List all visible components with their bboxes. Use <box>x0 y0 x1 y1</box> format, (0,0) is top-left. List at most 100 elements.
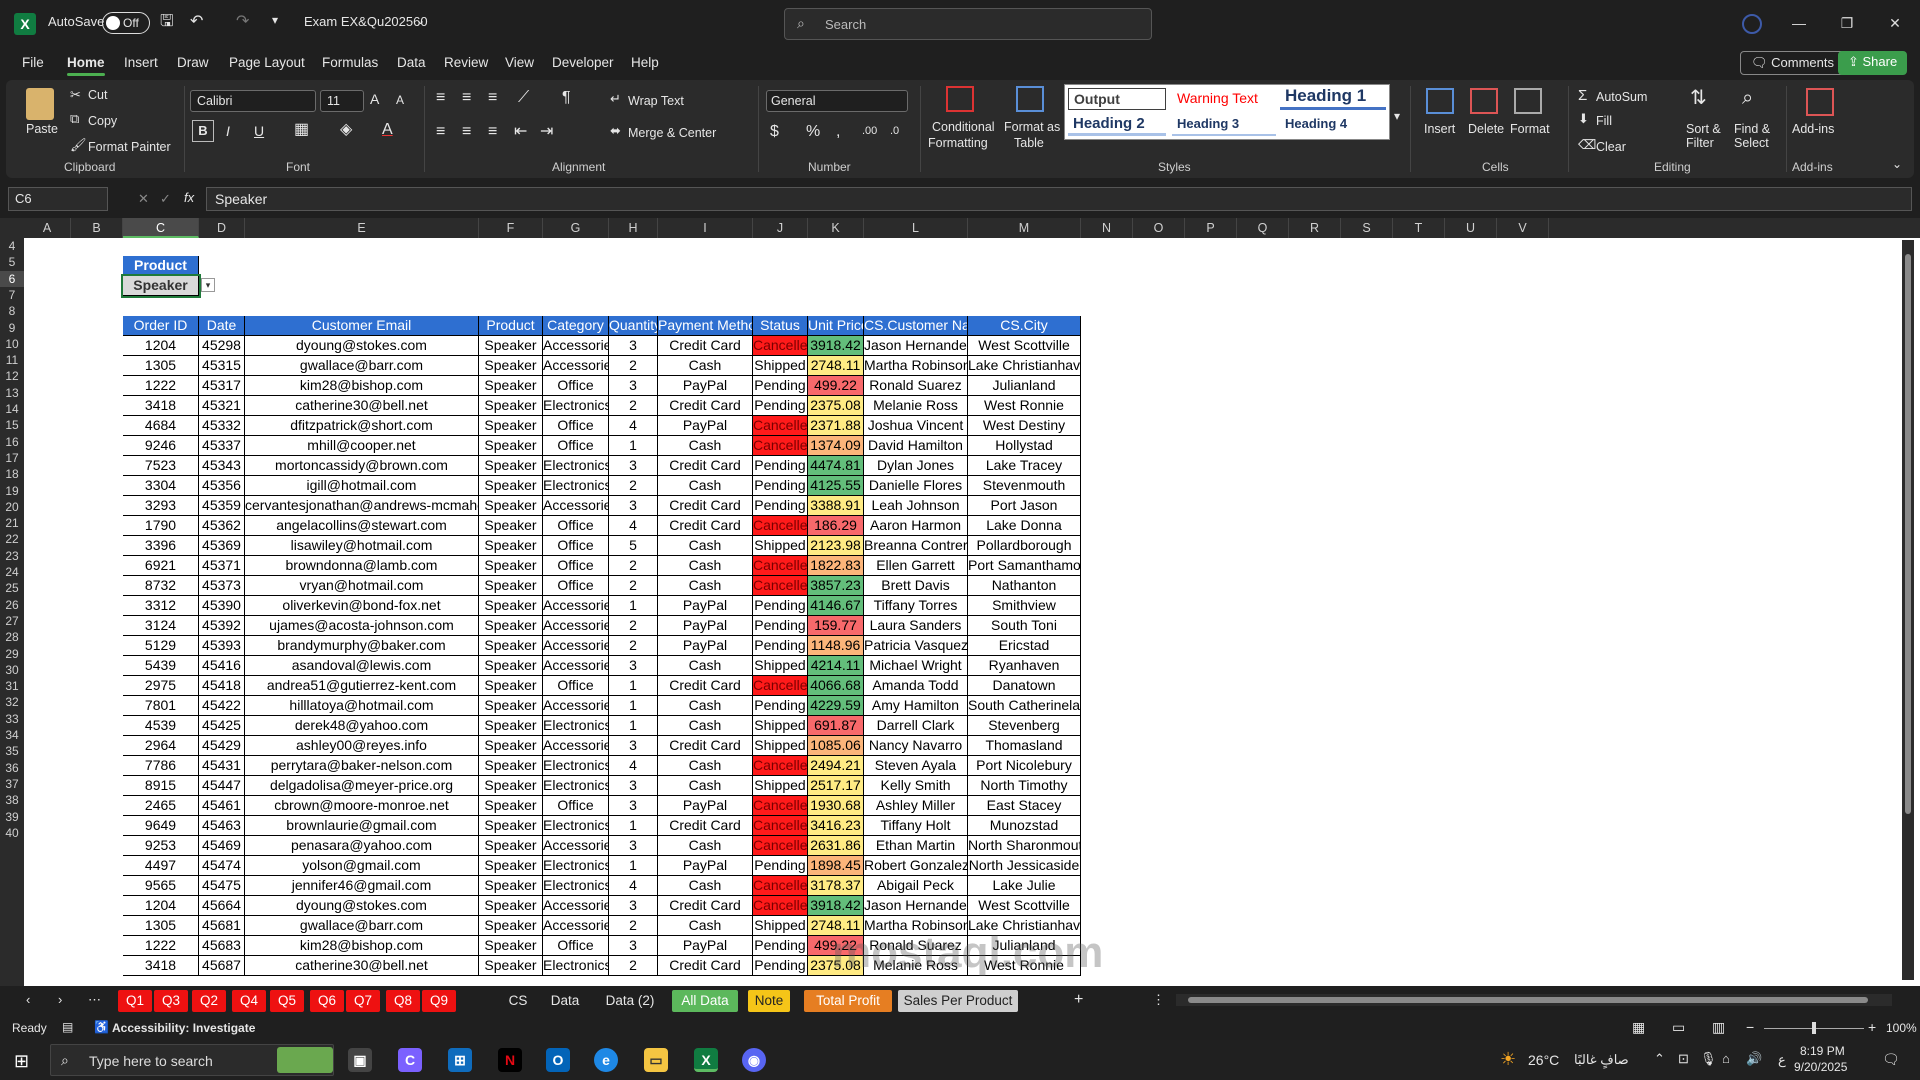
table-cell[interactable]: ashley00@reyes.info <box>245 736 479 756</box>
percent-icon[interactable]: % <box>806 124 820 140</box>
table-cell[interactable]: Speaker <box>479 536 543 556</box>
table-cell[interactable]: Speaker <box>479 936 543 956</box>
table-cell[interactable]: 4497 <box>123 856 199 876</box>
table-cell[interactable]: 1 <box>609 856 658 876</box>
table-cell[interactable]: Robert Gonzalez <box>864 856 968 876</box>
table-cell[interactable]: Tiffany Torres <box>864 596 968 616</box>
table-cell[interactable]: Thomasland <box>968 736 1081 756</box>
microphone-icon[interactable]: 🎙 <box>1700 1052 1717 1065</box>
table-cell[interactable]: Electronics <box>543 856 609 876</box>
align-bottom-icon[interactable]: ≡ <box>488 90 497 106</box>
table-cell[interactable]: 4066.68 <box>808 676 864 696</box>
column-header-n[interactable]: N <box>1081 218 1133 238</box>
paragraph-icon[interactable]: ¶ <box>562 90 571 106</box>
align-center-icon[interactable]: ≡ <box>462 124 471 140</box>
table-cell[interactable]: Electronics <box>543 776 609 796</box>
row-header-30[interactable]: 30 <box>0 662 24 678</box>
zoom-level[interactable]: 100% <box>1886 1021 1917 1035</box>
table-cell[interactable]: andrea51@gutierrez-kent.com <box>245 676 479 696</box>
align-top-icon[interactable]: ≡ <box>436 90 445 106</box>
table-cell[interactable]: 3 <box>609 776 658 796</box>
format-as-table-label-1[interactable]: Format as <box>1004 120 1060 134</box>
excel-taskbar-icon[interactable]: X <box>694 1048 718 1072</box>
table-cell[interactable]: 3918.42 <box>808 896 864 916</box>
language-indicator[interactable]: ع <box>1778 1052 1786 1068</box>
tab-home[interactable]: Home <box>67 55 105 76</box>
sheet-tab[interactable]: Q1 <box>118 990 152 1012</box>
table-cell[interactable]: igill@hotmail.com <box>245 476 479 496</box>
table-cell[interactable]: cbrown@moore-monroe.net <box>245 796 479 816</box>
row-header-22[interactable]: 22 <box>0 531 24 547</box>
table-cell[interactable]: Cancelled <box>753 516 808 536</box>
table-cell[interactable]: Cash <box>658 476 753 496</box>
table-cell[interactable]: 45337 <box>199 436 245 456</box>
table-cell[interactable]: brandymurphy@baker.com <box>245 636 479 656</box>
vertical-scroll-thumb[interactable] <box>1905 254 1911 814</box>
table-cell[interactable]: mortoncassidy@brown.com <box>245 456 479 476</box>
table-cell[interactable]: Steven Ayala <box>864 756 968 776</box>
column-header-d[interactable]: D <box>199 218 245 238</box>
table-cell[interactable]: Speaker <box>479 776 543 796</box>
table-cell[interactable]: PayPal <box>658 796 753 816</box>
table-cell[interactable]: 4 <box>609 516 658 536</box>
table-cell[interactable]: 2375.08 <box>808 396 864 416</box>
table-header-cell[interactable]: Status <box>753 316 808 336</box>
style-heading-3[interactable]: Heading 3 <box>1172 114 1276 136</box>
tab-developer[interactable]: Developer <box>552 55 614 70</box>
table-cell[interactable]: Jason Hernandez <box>864 336 968 356</box>
tab-formulas[interactable]: Formulas <box>322 55 378 70</box>
table-cell[interactable]: Speaker <box>479 496 543 516</box>
taskbar-search[interactable]: ⌕ Type here to search <box>50 1044 334 1076</box>
table-cell[interactable]: 1222 <box>123 936 199 956</box>
table-cell[interactable]: Accessories <box>543 836 609 856</box>
table-cell[interactable]: South Toni <box>968 616 1081 636</box>
table-cell[interactable]: 4474.81 <box>808 456 864 476</box>
table-cell[interactable]: West Destiny <box>968 416 1081 436</box>
table-cell[interactable]: 4 <box>609 876 658 896</box>
column-header-h[interactable]: H <box>609 218 658 238</box>
table-cell[interactable]: 9565 <box>123 876 199 896</box>
row-header-16[interactable]: 16 <box>0 434 24 450</box>
discord-icon[interactable]: ◉ <box>742 1048 766 1072</box>
row-header-32[interactable]: 32 <box>0 694 24 710</box>
table-cell[interactable]: Cash <box>658 876 753 896</box>
table-cell[interactable]: 3857.23 <box>808 576 864 596</box>
weather-temp[interactable]: 26°C <box>1528 1052 1559 1068</box>
table-cell[interactable]: Julianland <box>968 376 1081 396</box>
table-cell[interactable]: Speaker <box>479 696 543 716</box>
table-cell[interactable]: North Timothy <box>968 776 1081 796</box>
table-cell[interactable]: Speaker <box>479 476 543 496</box>
zoom-slider[interactable] <box>1764 1022 1864 1034</box>
table-cell[interactable]: Office <box>543 376 609 396</box>
table-cell[interactable]: North Jessicaside <box>968 856 1081 876</box>
column-header-t[interactable]: T <box>1393 218 1445 238</box>
sheet-tab[interactable]: All Data <box>672 990 738 1012</box>
table-cell[interactable]: Munozstad <box>968 816 1081 836</box>
merge-center-button[interactable]: Merge & Center <box>628 126 716 140</box>
table-cell[interactable]: South Catherineland <box>968 696 1081 716</box>
table-cell[interactable]: asandoval@lewis.com <box>245 656 479 676</box>
table-cell[interactable]: PayPal <box>658 636 753 656</box>
table-cell[interactable]: Speaker <box>479 656 543 676</box>
table-cell[interactable]: 7786 <box>123 756 199 776</box>
formula-input[interactable]: Speaker <box>206 187 1912 211</box>
table-cell[interactable]: Cancelled <box>753 436 808 456</box>
row-header-11[interactable]: 11 <box>0 352 24 368</box>
decrease-indent-icon[interactable]: ⇤ <box>514 124 527 140</box>
table-cell[interactable]: 2465 <box>123 796 199 816</box>
row-header-4[interactable]: 4 <box>0 238 24 254</box>
table-cell[interactable]: Credit Card <box>658 456 753 476</box>
row-header-10[interactable]: 10 <box>0 336 24 352</box>
table-cell[interactable]: Cash <box>658 356 753 376</box>
table-cell[interactable]: Credit Card <box>658 956 753 976</box>
page-break-view-icon[interactable]: ▥ <box>1712 1020 1725 1034</box>
normal-view-icon[interactable]: ▦ <box>1632 1020 1645 1034</box>
table-cell[interactable]: Electronics <box>543 476 609 496</box>
windows-start-icon[interactable]: ⊞ <box>14 1052 29 1070</box>
sheet-tab[interactable]: Q7 <box>346 990 380 1012</box>
table-cell[interactable]: Credit Card <box>658 676 753 696</box>
zoom-in-icon[interactable]: + <box>1868 1020 1876 1034</box>
copilot-taskbar-icon[interactable]: C <box>398 1048 422 1072</box>
table-cell[interactable]: 45317 <box>199 376 245 396</box>
table-cell[interactable]: 7801 <box>123 696 199 716</box>
